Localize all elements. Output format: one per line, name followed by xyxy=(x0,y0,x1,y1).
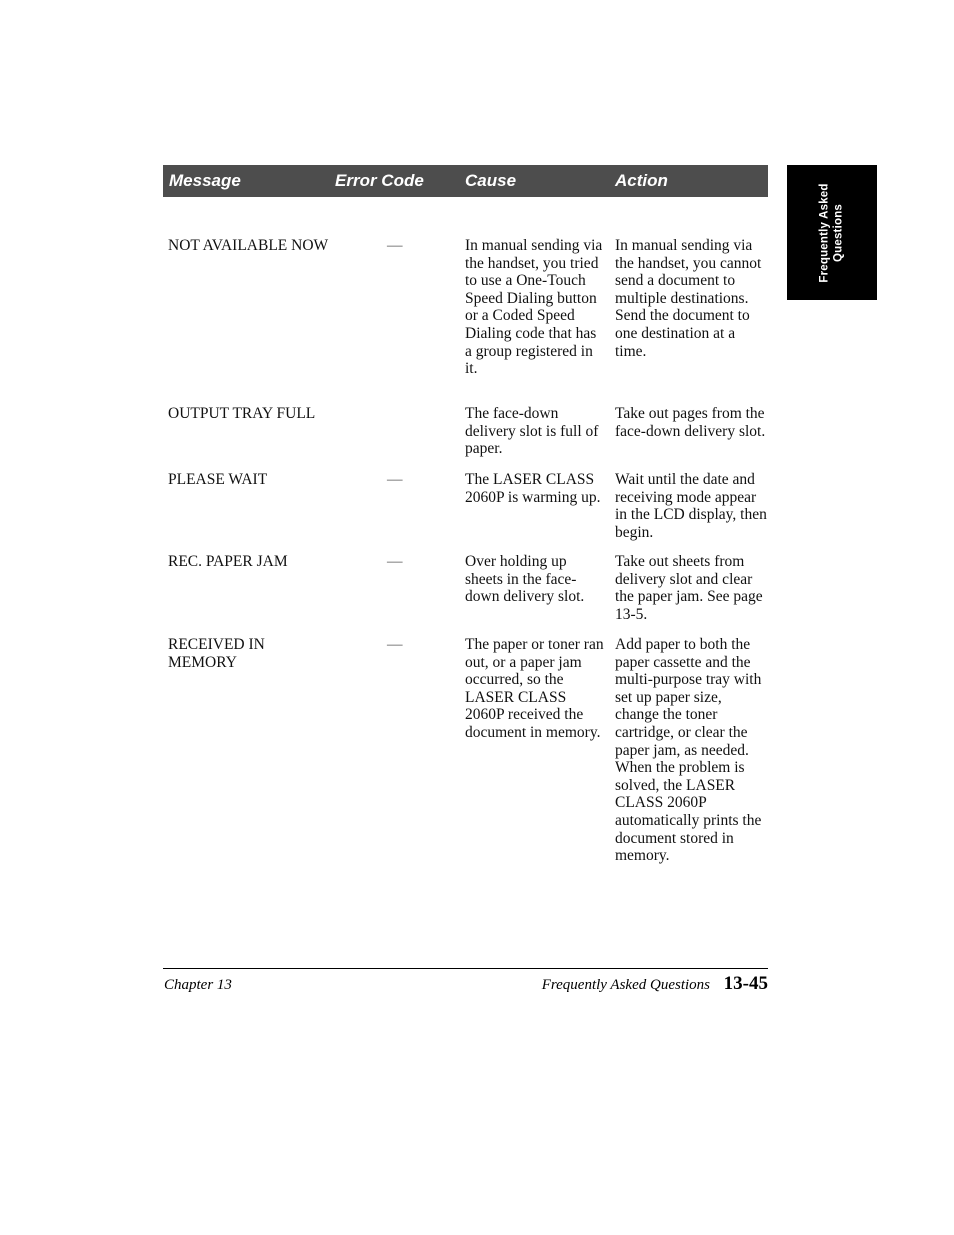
cell-action: Add paper to both the paper cassette and… xyxy=(615,636,762,865)
cell-error-code: — xyxy=(335,636,455,654)
table-row: REC. PAPER JAM — Over holding up sheets … xyxy=(163,553,768,637)
footer-section: Frequently Asked Questions xyxy=(541,977,710,993)
cell-message: NOT AVAILABLE NOW xyxy=(168,237,329,254)
cell-cause: Over holding up sheets in the face-down … xyxy=(465,553,585,606)
footer-page-number: 13-45 xyxy=(723,973,768,994)
troubleshooting-table: Message Error Code Cause Action NOT AVAI… xyxy=(163,165,768,864)
cell-cause: In manual sending via the handset, you t… xyxy=(465,237,603,378)
cell-message: REC. PAPER JAM xyxy=(168,553,288,570)
cell-message: PLEASE WAIT xyxy=(168,471,268,488)
error-code-value: — xyxy=(387,636,403,653)
side-thumb-tab-text: Frequently Asked Questions xyxy=(819,183,846,282)
cell-cause: The LASER CLASS 2060P is warming up. xyxy=(465,471,601,506)
column-header-action: Action xyxy=(615,171,668,190)
side-tab-line-1: Frequently Asked xyxy=(818,182,831,283)
cell-message: OUTPUT TRAY FULL xyxy=(168,405,316,422)
cell-error-code: — xyxy=(335,471,455,489)
cell-cause: The face-down delivery slot is full of p… xyxy=(465,405,599,458)
error-code-value: — xyxy=(387,471,403,488)
document-page: Frequently Asked Questions Message Error… xyxy=(0,0,954,1235)
cell-error-code: — xyxy=(335,553,455,571)
cell-action: Wait until the date and receiving mode a… xyxy=(615,471,767,541)
page-footer: Chapter 13 Frequently Asked Questions 13… xyxy=(163,973,768,998)
cell-cause: The paper or toner ran out, or a paper j… xyxy=(465,636,604,741)
side-tab-line-2: Questions xyxy=(832,203,844,262)
cell-action: Take out pages from the face-down delive… xyxy=(615,405,766,440)
cell-action: Take out sheets from delivery slot and c… xyxy=(615,553,763,623)
cell-error-code xyxy=(335,405,455,423)
error-code-value: — xyxy=(387,237,403,254)
table-row: PLEASE WAIT — The LASER CLASS 2060P is w… xyxy=(163,471,768,553)
error-code-value: — xyxy=(387,553,403,570)
footer-divider xyxy=(163,968,768,969)
table-row: OUTPUT TRAY FULL The face-down delivery … xyxy=(163,405,768,473)
cell-action: In manual sending via the handset, you c… xyxy=(615,237,762,360)
column-header-message: Message xyxy=(169,171,241,190)
column-header-cause: Cause xyxy=(465,171,517,190)
cell-error-code: — xyxy=(335,237,455,255)
table-row: NOT AVAILABLE NOW — In manual sending vi… xyxy=(163,237,768,407)
cell-message: RECEIVED IN MEMORY xyxy=(168,636,265,671)
table-row: RECEIVED IN MEMORY — The paper or toner … xyxy=(163,636,768,896)
side-thumb-tab: Frequently Asked Questions xyxy=(787,165,877,300)
table-header-row: Message Error Code Cause Action xyxy=(163,165,768,197)
footer-chapter: Chapter 13 xyxy=(164,977,232,993)
column-header-error-code: Error Code xyxy=(335,171,424,190)
